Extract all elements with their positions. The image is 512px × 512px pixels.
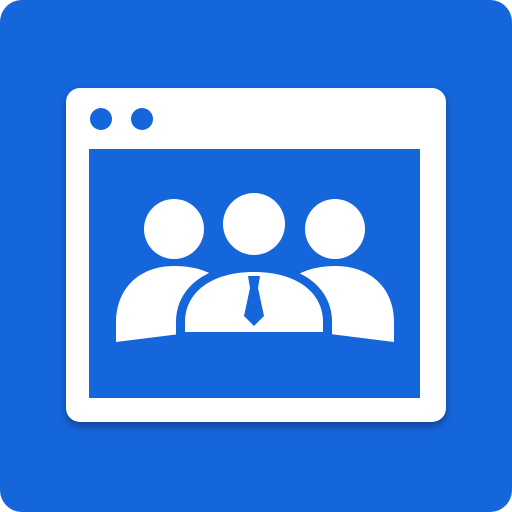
app-icon-graphic xyxy=(0,0,512,512)
person-left-head xyxy=(144,199,204,259)
window-dot-icon xyxy=(90,108,112,130)
person-right-head xyxy=(305,199,365,259)
app-icon-tile[interactable] xyxy=(0,0,512,512)
person-center-head xyxy=(223,193,285,255)
window-dot-icon xyxy=(131,108,153,130)
